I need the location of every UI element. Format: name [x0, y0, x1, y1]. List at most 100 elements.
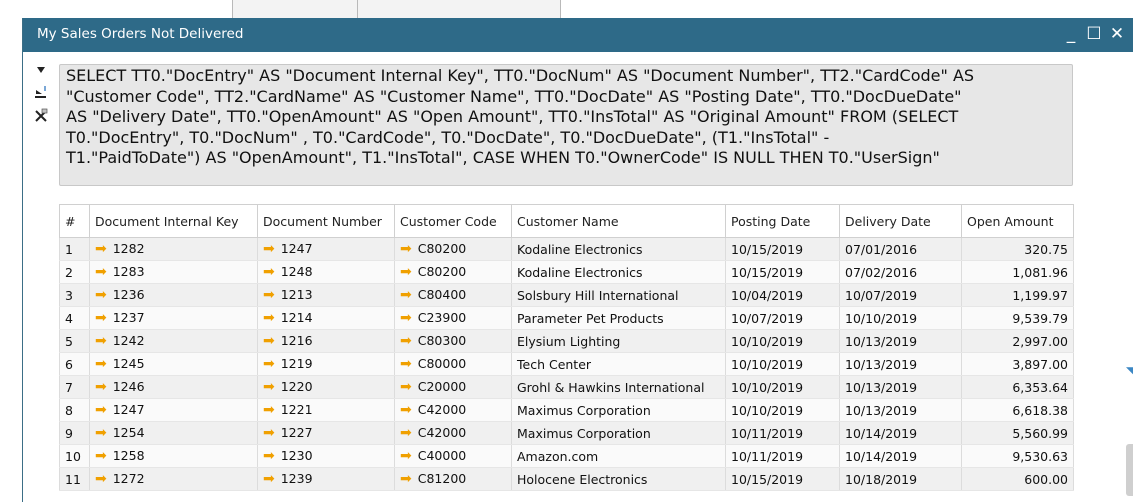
doc-number-cell[interactable]: ➡ 1213	[257, 283, 395, 307]
open-amount-cell: 5,560.99	[961, 421, 1074, 445]
table-row[interactable]: 11 ➡ 1272 ➡ 1239 ➡ C81200 Holocene Electronics 1…	[59, 467, 1074, 491]
link-arrow-icon[interactable]: ➡	[263, 241, 275, 257]
link-arrow-icon[interactable]: ➡	[263, 471, 275, 487]
link-arrow-icon[interactable]: ➡	[95, 471, 107, 487]
link-arrow-icon[interactable]: ➡	[400, 402, 412, 418]
doc-key-cell[interactable]: ➡ 1236	[89, 283, 258, 307]
link-arrow-icon[interactable]: ➡	[95, 287, 107, 303]
link-arrow-icon[interactable]: ➡	[400, 379, 412, 395]
column-header-posting-date[interactable]: Posting Date	[725, 204, 840, 238]
link-arrow-icon[interactable]: ➡	[263, 333, 275, 349]
expand-icon[interactable]: ◥	[1126, 365, 1133, 377]
doc-key-cell[interactable]: ➡ 1258	[89, 444, 258, 468]
table-row[interactable]: 2 ➡ 1283 ➡ 1248 ➡ C80200 Kodaline Electronics 10…	[59, 260, 1074, 284]
doc-number-cell[interactable]: ➡ 1239	[257, 467, 395, 491]
doc-key-cell[interactable]: ➡ 1242	[89, 329, 258, 353]
cell-value: C81200	[417, 471, 467, 486]
column-header-customer-name[interactable]: Customer Name	[511, 204, 726, 238]
column-header-customer-code[interactable]: Customer Code	[394, 204, 512, 238]
table-row[interactable]: 4 ➡ 1237 ➡ 1214 ➡ C23900 Parameter Pet Products…	[59, 306, 1074, 330]
clear-query-icon[interactable]	[31, 108, 51, 128]
customer-code-cell[interactable]: ➡ C80200	[394, 260, 512, 284]
column-header-doc-number[interactable]: Document Number	[257, 204, 395, 238]
link-arrow-icon[interactable]: ➡	[95, 402, 107, 418]
link-arrow-icon[interactable]: ➡	[95, 425, 107, 441]
table-row[interactable]: 1 ➡ 1282 ➡ 1247 ➡ C80200 Kodaline Electronics 10…	[59, 237, 1074, 261]
customer-code-cell[interactable]: ➡ C80000	[394, 352, 512, 376]
close-button[interactable]: ✕	[1104, 21, 1130, 47]
link-arrow-icon[interactable]: ➡	[95, 241, 107, 257]
link-arrow-icon[interactable]: ➡	[95, 264, 107, 280]
customer-code-cell[interactable]: ➡ C23900	[394, 306, 512, 330]
doc-key-cell[interactable]: ➡ 1282	[89, 237, 258, 261]
cell-value: Grohl & Hawkins International	[517, 379, 705, 395]
link-arrow-icon[interactable]: ➡	[400, 333, 412, 349]
doc-key-cell[interactable]: ➡ 1254	[89, 421, 258, 445]
doc-number-cell[interactable]: ➡ 1216	[257, 329, 395, 353]
link-arrow-icon[interactable]: ➡	[263, 356, 275, 372]
cell-value: Holocene Electronics	[517, 471, 648, 487]
doc-key-cell[interactable]: ➡ 1272	[89, 467, 258, 491]
doc-number-cell[interactable]: ➡ 1227	[257, 421, 395, 445]
doc-number-cell[interactable]: ➡ 1214	[257, 306, 395, 330]
doc-key-cell[interactable]: ➡ 1237	[89, 306, 258, 330]
doc-key-cell[interactable]: ➡ 1247	[89, 398, 258, 422]
doc-number-cell[interactable]: ➡ 1220	[257, 375, 395, 399]
link-arrow-icon[interactable]: ➡	[95, 448, 107, 464]
doc-number-cell[interactable]: ➡ 1248	[257, 260, 395, 284]
table-row[interactable]: 9 ➡ 1254 ➡ 1227 ➡ C42000 Maximus Corporation 10/…	[59, 421, 1074, 445]
customer-code-cell[interactable]: ➡ C81200	[394, 467, 512, 491]
edit-query-icon[interactable]	[31, 85, 51, 105]
doc-number-cell[interactable]: ➡ 1247	[257, 237, 395, 261]
link-arrow-icon[interactable]: ➡	[400, 356, 412, 372]
link-arrow-icon[interactable]: ➡	[95, 333, 107, 349]
column-header-index[interactable]: #	[59, 204, 90, 238]
link-arrow-icon[interactable]: ➡	[400, 264, 412, 280]
customer-code-cell[interactable]: ➡ C80300	[394, 329, 512, 353]
table-row[interactable]: 5 ➡ 1242 ➡ 1216 ➡ C80300 Elysium Lighting 10/10/…	[59, 329, 1074, 353]
table-row[interactable]: 6 ➡ 1245 ➡ 1219 ➡ C80000 Tech Center 10/10/2019 1…	[59, 352, 1074, 376]
link-arrow-icon[interactable]: ➡	[95, 310, 107, 326]
column-header-doc-key[interactable]: Document Internal Key	[89, 204, 258, 238]
customer-code-cell[interactable]: ➡ C42000	[394, 398, 512, 422]
link-arrow-icon[interactable]: ➡	[400, 241, 412, 257]
link-arrow-icon[interactable]: ➡	[263, 425, 275, 441]
customer-code-cell[interactable]: ➡ C80400	[394, 283, 512, 307]
table-row[interactable]: 10 ➡ 1258 ➡ 1230 ➡ C40000 Amazon.com 10/11/2019 1…	[59, 444, 1074, 468]
background-cell	[232, 0, 359, 19]
link-arrow-icon[interactable]: ➡	[400, 448, 412, 464]
link-arrow-icon[interactable]: ➡	[263, 264, 275, 280]
cell-value: 10/15/2019	[731, 241, 804, 257]
table-row[interactable]: 7 ➡ 1246 ➡ 1220 ➡ C20000 Grohl & Hawkins Intern…	[59, 375, 1074, 399]
link-arrow-icon[interactable]: ➡	[263, 448, 275, 464]
customer-code-cell[interactable]: ➡ C42000	[394, 421, 512, 445]
link-arrow-icon[interactable]: ➡	[400, 310, 412, 326]
link-arrow-icon[interactable]: ➡	[400, 287, 412, 303]
doc-key-cell[interactable]: ➡ 1283	[89, 260, 258, 284]
collapse-icon[interactable]	[31, 62, 51, 82]
link-arrow-icon[interactable]: ➡	[95, 379, 107, 395]
table-row[interactable]: 8 ➡ 1247 ➡ 1221 ➡ C42000 Maximus Corporation 10/…	[59, 398, 1074, 422]
link-arrow-icon[interactable]: ➡	[263, 287, 275, 303]
customer-code-cell[interactable]: ➡ C80200	[394, 237, 512, 261]
vertical-scrollbar[interactable]	[1126, 444, 1133, 496]
link-arrow-icon[interactable]: ➡	[263, 310, 275, 326]
doc-number-cell[interactable]: ➡ 1221	[257, 398, 395, 422]
query-text-box[interactable]: SELECT TT0."DocEntry" AS "Document Inter…	[59, 64, 1073, 186]
link-arrow-icon[interactable]: ➡	[400, 425, 412, 441]
cell-value: C80300	[417, 333, 467, 348]
link-arrow-icon[interactable]: ➡	[95, 356, 107, 372]
doc-number-cell[interactable]: ➡ 1230	[257, 444, 395, 468]
link-arrow-icon[interactable]: ➡	[263, 379, 275, 395]
customer-code-cell[interactable]: ➡ C40000	[394, 444, 512, 468]
doc-key-cell[interactable]: ➡ 1246	[89, 375, 258, 399]
title-bar[interactable]: My Sales Orders Not Delivered _ ☐ ✕	[23, 18, 1133, 52]
table-row[interactable]: 3 ➡ 1236 ➡ 1213 ➡ C80400 Solsbury Hill Internat…	[59, 283, 1074, 307]
column-header-open-amount[interactable]: Open Amount	[961, 204, 1074, 238]
column-header-delivery-date[interactable]: Delivery Date	[839, 204, 962, 238]
doc-key-cell[interactable]: ➡ 1245	[89, 352, 258, 376]
doc-number-cell[interactable]: ➡ 1219	[257, 352, 395, 376]
link-arrow-icon[interactable]: ➡	[263, 402, 275, 418]
link-arrow-icon[interactable]: ➡	[400, 471, 412, 487]
customer-code-cell[interactable]: ➡ C20000	[394, 375, 512, 399]
